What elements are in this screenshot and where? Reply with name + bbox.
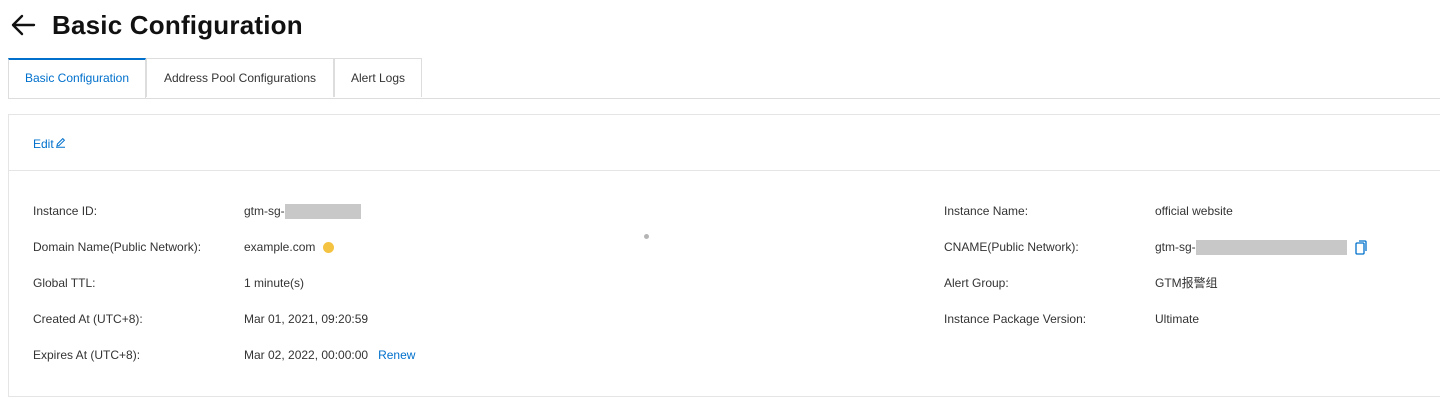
created-at-label: Created At (UTC+8): [33,312,143,326]
edit-button[interactable]: Edit [33,137,66,151]
domain-name-value: example.com [244,240,335,254]
global-ttl-label: Global TTL: [33,276,96,290]
expires-at-label: Expires At (UTC+8): [33,348,141,362]
page-header: Basic Configuration [8,8,303,42]
edit-row: Edit [9,115,1440,171]
alert-group-label: Alert Group: [944,276,1009,290]
expires-at-text: Mar 02, 2022, 00:00:00 [244,348,369,362]
copy-icon[interactable] [1355,239,1367,255]
instance-name-label: Instance Name: [944,204,1029,218]
pencil-icon [54,137,66,151]
global-ttl-value: 1 minute(s) [244,276,305,290]
arrow-left-icon[interactable] [8,10,38,40]
loading-dot-icon [644,234,649,239]
instance-name-value: official website [1155,204,1233,218]
tab-bar: Basic Configuration Address Pool Configu… [8,58,1440,99]
alert-group-value: GTM报警组 [1155,276,1218,290]
tab-basic-configuration[interactable]: Basic Configuration [8,58,146,98]
domain-name-label: Domain Name(Public Network): [33,240,202,254]
edit-label: Edit [33,137,54,151]
cname-text: gtm-sg- [1155,240,1196,254]
expires-at-value: Mar 02, 2022, 00:00:00 Renew [244,345,415,365]
redaction-mask [284,203,361,219]
package-version-value: Ultimate [1155,312,1200,326]
cname-label: CNAME(Public Network): [944,240,1079,254]
warning-status-icon[interactable] [323,241,335,253]
tab-address-pool-configurations[interactable]: Address Pool Configurations [146,58,334,97]
cname-value: gtm-sg- [1155,237,1367,257]
redaction-mask [1195,239,1347,255]
instance-id-label: Instance ID: [33,204,98,218]
package-version-label: Instance Package Version: [944,312,1087,326]
created-at-value: Mar 01, 2021, 09:20:59 [244,312,369,326]
instance-id-text: gtm-sg- [244,204,285,218]
renew-link[interactable]: Renew [378,345,415,365]
page-title: Basic Configuration [52,9,303,40]
domain-name-text: example.com [244,240,316,254]
tab-alert-logs[interactable]: Alert Logs [334,58,422,97]
instance-id-value: gtm-sg- [244,203,361,219]
